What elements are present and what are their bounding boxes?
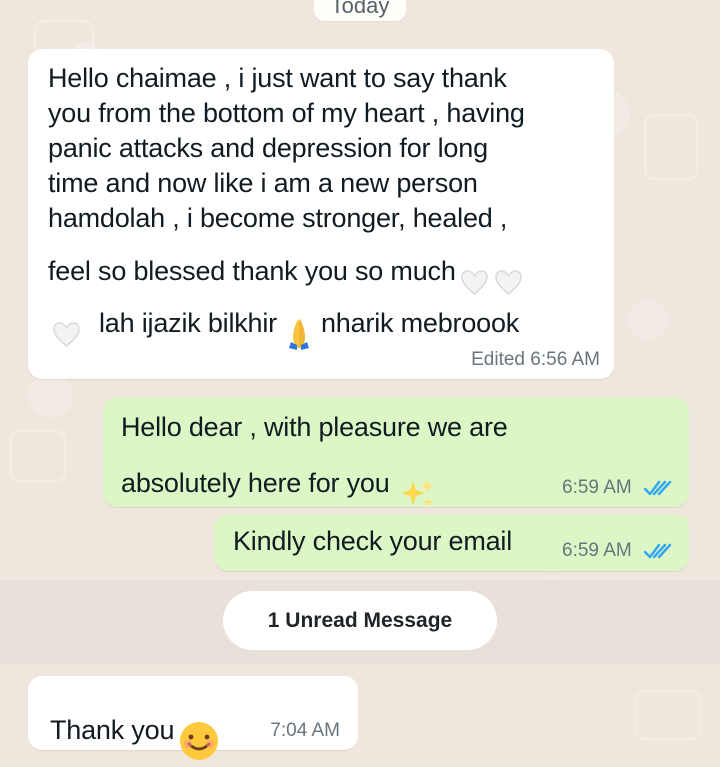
message-line: Hello chaimae , i just want to say thank (48, 63, 507, 93)
message-timestamp-row: 6:59 AM (562, 540, 673, 562)
smiling-face-icon (174, 693, 220, 767)
outgoing-message[interactable]: Hello dear , with pleasure we are absolu… (103, 397, 689, 507)
incoming-message[interactable]: Thank you 7:04 AM (28, 676, 358, 760)
background-doodle (635, 690, 701, 740)
white-heart-icon (48, 294, 82, 353)
message-line: absolutely here for you (121, 467, 390, 498)
message-line: time and now like i am a new person (48, 168, 478, 198)
message-text: Kindly check your email (233, 526, 513, 556)
incoming-message[interactable]: Hello chaimae , i just want to say thank… (28, 49, 614, 379)
outgoing-message[interactable]: Kindly check your email 6:59 AM (214, 514, 689, 571)
message-line: Hello dear , with pleasure we are (121, 412, 508, 442)
unread-message-badge: 1 Unread Message (223, 591, 497, 650)
message-line: you from the bottom of my heart , having (48, 98, 525, 128)
double-check-icon (637, 477, 673, 498)
message-line: nharik mebroook (320, 307, 520, 338)
message-timestamp: Edited 6:56 AM (471, 349, 600, 370)
message-timestamp: 7:04 AM (270, 720, 340, 741)
date-separator: Today (314, 0, 406, 21)
message-line: feel so blessed thank you so much (48, 256, 456, 286)
message-line: hamdolah , i become stronger, healed , (48, 203, 508, 233)
message-text: Thank you (50, 714, 175, 745)
message-line-with-icon: Thank you (50, 693, 220, 767)
message-line: lah ijazik bilkhir (99, 307, 277, 338)
double-check-icon (637, 540, 673, 561)
message-line: panic attacks and depression for long (48, 133, 488, 163)
message-timestamp-row: 6:59 AM (562, 477, 673, 499)
sparkles-icon (390, 450, 436, 516)
message-timestamp: 6:59 AM (562, 540, 632, 561)
folded-hands-icon (277, 290, 321, 356)
background-doodle (644, 114, 698, 180)
message-line-with-icon: absolutely here for you (121, 450, 436, 516)
message-timestamp: 6:59 AM (562, 477, 632, 498)
message-line-with-icons: lah ijazik bilkhir nharik mebroook (48, 290, 519, 356)
background-doodle (10, 430, 66, 482)
